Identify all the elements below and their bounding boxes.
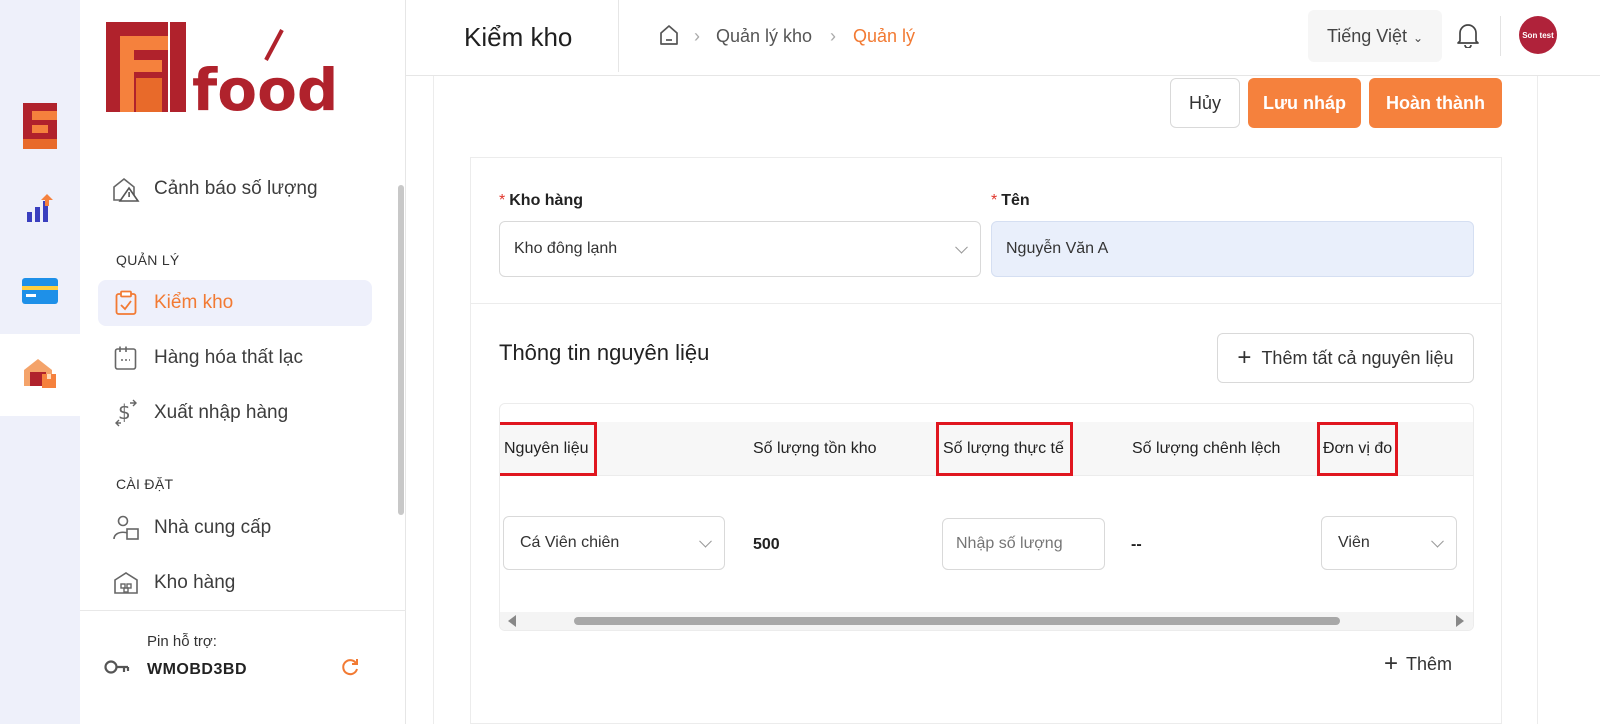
difference-value: -- [1131,536,1142,553]
warehouse-select[interactable]: Kho đông lạnh [499,221,981,277]
actual-quantity-input[interactable] [942,518,1105,570]
sidebar-item-label: Hàng hóa thất lạc [154,347,303,368]
name-label-text: Tên [1001,192,1030,209]
notification-bell-icon[interactable] [1456,22,1480,53]
add-all-ingredients-button[interactable]: + Thêm tất cả nguyên liệu [1217,333,1474,383]
sidebar-item-supplier[interactable]: Nhà cung cấp [98,505,372,551]
sidebar-item-lost-goods[interactable]: Hàng hóa thất lạc [98,335,372,381]
card-divider [471,303,1501,304]
ffood-logo: food [106,20,338,124]
warehouse-box-icon [22,356,58,395]
language-selector[interactable]: Tiếng Việt ⌄ [1308,10,1442,62]
breadcrumb-separator-icon: › [694,26,700,46]
ingredient-select[interactable]: Cá Viên chiên [503,516,725,570]
breadcrumb-item-current[interactable]: Quản lý [853,26,915,47]
add-all-label: Thêm tất cả nguyên liệu [1261,347,1454,368]
key-icon [104,659,130,680]
rail-item-analytics[interactable] [0,170,80,250]
warehouse-select-value: Kho đông lạnh [514,240,618,257]
name-field[interactable]: Nguyễn Văn A [991,221,1474,277]
rail-item-cards[interactable] [0,253,80,333]
chevron-down-icon [699,534,712,548]
chevron-down-icon [1431,534,1444,548]
card-icon [22,277,58,309]
supplier-icon [98,515,154,541]
name-label: * Tên [991,192,1030,210]
column-header-ingredient: Nguyên liệu [500,422,597,476]
required-mark: * [991,192,998,209]
header-divider [618,0,619,72]
ingredients-table: Nguyên liệu Số lượng tồn kho Số lượng th… [499,403,1474,631]
sidebar-item-label: Xuất nhập hàng [154,402,289,423]
table-scroll-thumb[interactable] [574,617,1340,625]
breadcrumb-separator-icon: › [830,26,836,46]
warehouse-icon [98,571,154,595]
panel-border [1537,76,1538,724]
warehouse-warning-icon [98,176,154,202]
breadcrumb-item-warehouse-management[interactable]: Quản lý kho [716,26,812,47]
svg-text:food: food [192,56,338,116]
sidebar-item-label: Cảnh báo số lượng [154,178,318,199]
column-header-stock: Số lượng tồn kho [753,440,877,457]
support-pin-panel: Pin hỗ trợ: WMOBD3BD [80,610,406,724]
sidebar-item-import-export[interactable]: $ Xuất nhập hàng [98,390,372,436]
sidebar-item-label: Nhà cung cấp [154,517,272,538]
column-header-actual: Số lượng thực tế [936,422,1073,476]
section-title-settings: CÀI ĐẶT [116,476,174,492]
stock-value: 500 [753,536,780,553]
clipboard-check-icon [98,290,154,316]
sidebar-item-label: Kiểm kho [154,292,234,313]
lost-goods-icon [98,345,154,371]
analytics-chart-icon [25,192,55,229]
avatar[interactable]: Son test [1519,16,1557,54]
add-row-label: Thêm [1406,653,1453,674]
add-row-button[interactable]: + Thêm [1384,652,1452,676]
plus-icon: + [1384,650,1399,677]
sidebar-item-label: Kho hàng [154,572,236,593]
column-header-unit: Đơn vị đo [1317,422,1398,476]
top-header: Kiểm kho › Quản lý kho › Quản lý Tiếng V… [406,0,1600,76]
chevron-down-icon: ⌄ [1413,31,1424,45]
home-icon[interactable] [658,24,680,51]
brand-f-icon [23,102,57,154]
support-pin-label: Pin hỗ trợ: [147,633,217,650]
header-divider [1500,16,1501,56]
rail-item-warehouse[interactable] [0,334,80,416]
app-rail [0,0,80,724]
refresh-icon[interactable] [340,657,360,682]
complete-button[interactable]: Hoàn thành [1369,78,1502,128]
plus-icon: + [1237,344,1252,371]
scroll-right-icon[interactable] [1456,615,1464,627]
column-header-difference: Số lượng chênh lệch [1132,440,1281,457]
sidebar-item-inventory-check[interactable]: Kiểm kho [98,280,372,326]
name-field-value: Nguyễn Văn A [1006,240,1109,257]
table-horizontal-scrollbar[interactable] [500,612,1473,630]
warehouse-label-text: Kho hàng [509,192,583,209]
unit-select-value: Viên [1338,534,1370,551]
rail-item-brand[interactable] [0,88,80,168]
chevron-down-icon [955,240,968,254]
scroll-left-icon[interactable] [508,615,516,627]
required-mark: * [499,192,506,209]
page-title: Kiểm kho [464,22,573,52]
warehouse-label: * Kho hàng [499,192,583,210]
sidebar-item-quantity-alert[interactable]: Cảnh báo số lượng [98,166,372,212]
unit-select[interactable]: Viên [1321,516,1457,570]
sidebar-scrollbar[interactable] [398,185,404,515]
section-title-manage: QUẢN LÝ [116,252,180,268]
ingredients-section-title: Thông tin nguyên liệu [499,340,710,365]
svg-text:$: $ [118,400,131,424]
support-pin-value: WMOBD3BD [147,661,247,678]
panel-border [433,76,434,724]
sidebar-item-warehouse[interactable]: Kho hàng [98,560,372,606]
language-label: Tiếng Việt [1326,25,1407,46]
cancel-button[interactable]: Hủy [1170,78,1240,128]
table-header: Nguyên liệu Số lượng tồn kho Số lượng th… [500,422,1473,476]
sidebar: food Cảnh báo số lượng QUẢN LÝ Kiểm kho … [80,0,406,724]
save-draft-button[interactable]: Lưu nháp [1248,78,1361,128]
ingredient-select-value: Cá Viên chiên [520,534,620,551]
dollar-transfer-icon: $ [98,399,154,427]
